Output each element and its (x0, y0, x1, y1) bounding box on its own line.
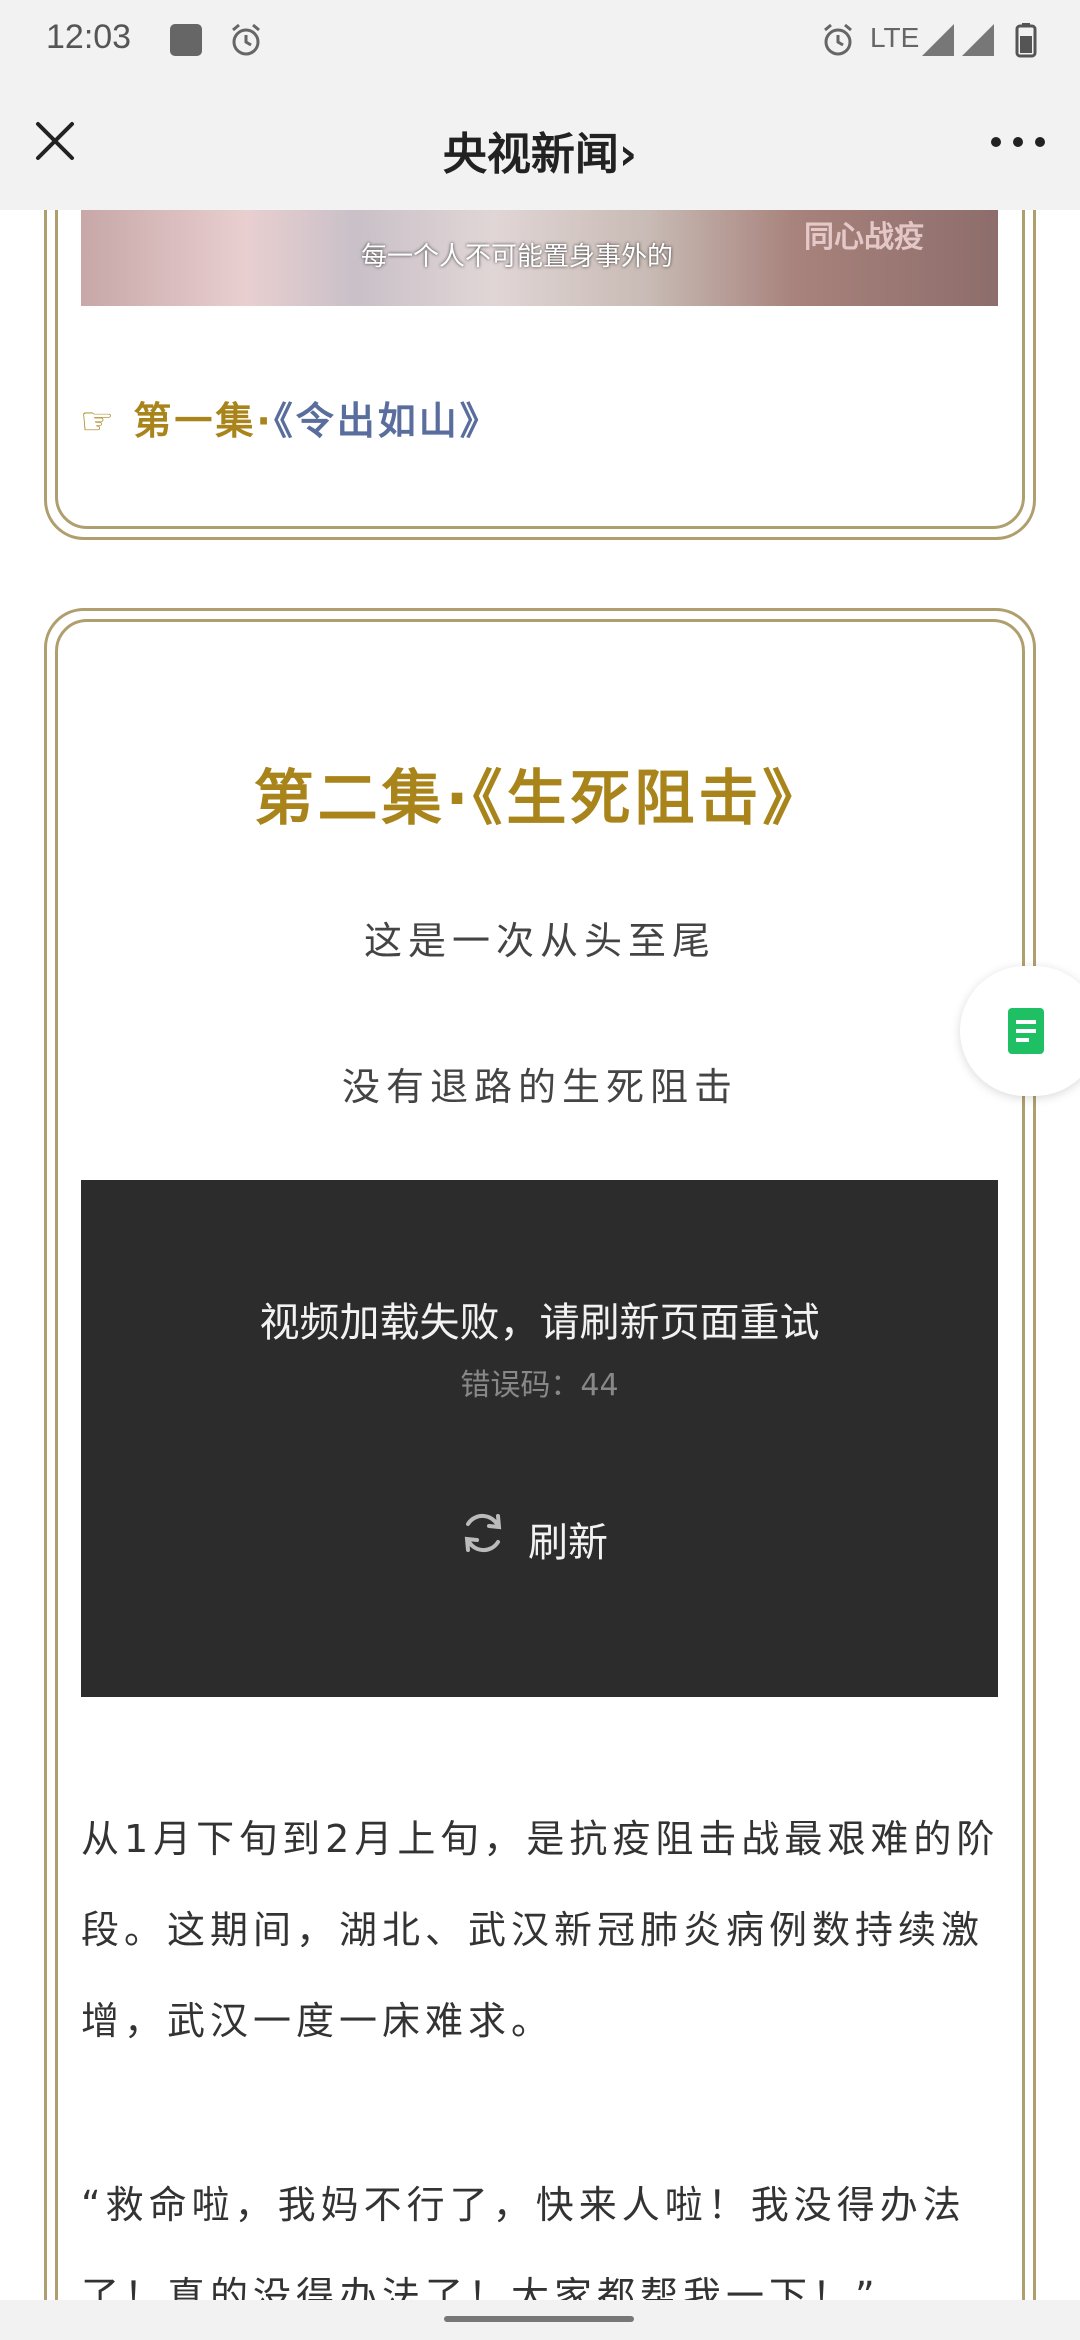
notification-app-icon (170, 24, 202, 56)
refresh-label: 刷新 (528, 1520, 608, 1566)
signal-icon-1 (922, 24, 954, 56)
article-content: 每一个人不可能置身事外的 同心战疫 ☞ 第一集·《令出如山》 第二集·《生死阻击… (0, 210, 1080, 2300)
episode1-name[interactable]: 《令出如山》 (274, 399, 501, 443)
episode2-intro-line2: 没有退路的生死阻击 (341, 1065, 738, 1109)
title-bar: 央视新闻› (0, 80, 1080, 210)
thumbnail-caption: 每一个人不可能置身事外的 (361, 242, 674, 272)
account-name[interactable]: 央视新闻 (443, 129, 619, 180)
article-paragraph-1: 从1月下旬到2月上旬，是抗疫阻击战最艰难的阶段。这期间，湖北、武汉新冠肺炎病例数… (81, 1817, 1000, 2043)
alarm-icon (232, 23, 260, 56)
episode2-title: 第二集·《生死阻击》 (253, 764, 827, 834)
episode1-number: 第一集· (133, 399, 274, 443)
network-type: LTE (870, 22, 920, 53)
video-player[interactable]: 视频加载失败，请刷新页面重试 错误码：44 刷新 (81, 1180, 998, 1697)
document-icon (1008, 1008, 1044, 1054)
pointing-hand-icon: ☞ (80, 399, 118, 443)
signal-icon-2 (962, 24, 994, 56)
page-title[interactable]: 央视新闻› (0, 118, 1080, 182)
alarm-icon-right (824, 23, 852, 56)
episode2-intro-line1: 这是一次从头至尾 (363, 919, 716, 963)
status-bar: 12:03 LTE (0, 0, 1080, 80)
thumbnail-logo: 同心战疫 (804, 220, 924, 255)
home-gesture-handle[interactable] (444, 2316, 634, 2322)
video-error-code: 错误码：44 (460, 1368, 619, 1403)
refresh-button[interactable]: 刷新 (456, 1502, 626, 1566)
video-error-message: 视频加载失败，请刷新页面重试 (259, 1300, 820, 1346)
battery-icon (1015, 23, 1037, 58)
status-time: 12:03 (46, 18, 132, 56)
refresh-icon (464, 1513, 502, 1553)
article-paragraph-2: “救命啦，我妈不行了，快来人啦！我没得办法了！真的没得办法了！大家都帮我一下！” (81, 2183, 966, 2300)
more-options-icon[interactable] (990, 130, 1046, 154)
episode1-thumbnail[interactable]: 每一个人不可能置身事外的 同心战疫 (81, 210, 998, 306)
episode1-link[interactable]: ☞ 第一集·《令出如山》 (80, 390, 501, 445)
system-nav-bar (0, 2300, 1080, 2340)
floating-note-button[interactable] (960, 966, 1080, 1096)
chevron-right-icon: › (618, 129, 638, 180)
